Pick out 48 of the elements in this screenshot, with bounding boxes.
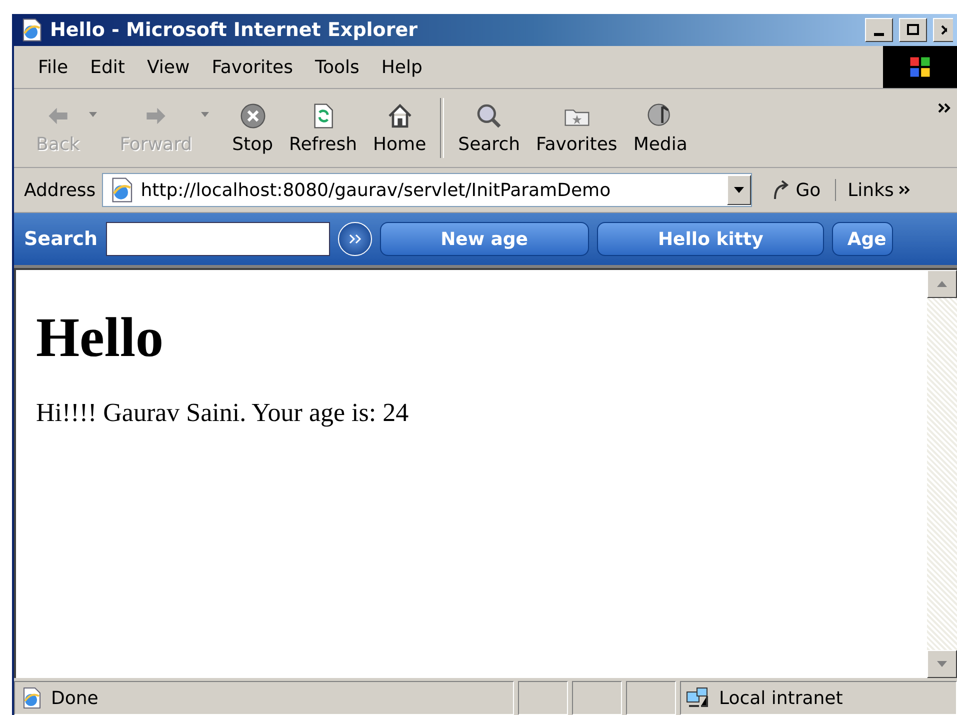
status-pane bbox=[572, 681, 622, 715]
search-shortcut-button[interactable]: Hello kitty bbox=[596, 222, 824, 256]
address-field[interactable]: http://localhost:8080/gaurav/servlet/InitParamDemo bbox=[102, 173, 752, 207]
down-arrow-icon bbox=[937, 661, 947, 667]
go-button[interactable]: Go bbox=[758, 179, 836, 201]
status-text: Done bbox=[51, 688, 98, 708]
scroll-up-button[interactable] bbox=[927, 270, 957, 298]
links-button[interactable]: Links bbox=[842, 180, 918, 200]
toolbar-button[interactable]: Refresh bbox=[281, 100, 365, 156]
caret-icon bbox=[734, 187, 744, 193]
maximize-button[interactable] bbox=[899, 18, 927, 42]
zone-text: Local intranet bbox=[719, 688, 843, 708]
maximize-icon bbox=[907, 24, 919, 36]
menu-item[interactable]: Tools bbox=[305, 52, 370, 82]
menu-item[interactable]: View bbox=[136, 52, 200, 82]
toolbar-button[interactable]: Favorites bbox=[528, 100, 626, 156]
search-shortcut-button[interactable]: Age bbox=[832, 222, 894, 256]
scroll-down-button[interactable] bbox=[927, 650, 957, 678]
toolbar-button[interactable]: Search bbox=[450, 100, 528, 156]
window-title: Hello - Microsoft Internet Explorer bbox=[50, 19, 418, 41]
search-go-button[interactable] bbox=[338, 222, 372, 256]
dropdown-button[interactable] bbox=[726, 175, 751, 205]
menu-item[interactable]: Help bbox=[371, 52, 432, 82]
up-arrow-icon bbox=[937, 281, 947, 287]
windows-flag-icon bbox=[883, 46, 957, 88]
page-text: Hi!!!! Gaurav Saini. Your age is: 24 bbox=[36, 398, 410, 428]
menu-item[interactable]: File bbox=[28, 52, 78, 82]
status-pane bbox=[518, 681, 568, 715]
search-label: Search bbox=[24, 228, 98, 250]
address-label: Address bbox=[24, 180, 96, 200]
scrollbar[interactable] bbox=[927, 270, 957, 678]
search-icon bbox=[475, 102, 504, 130]
close-button[interactable] bbox=[933, 18, 953, 42]
chevron-icon bbox=[346, 233, 363, 245]
chevron-icon bbox=[898, 184, 912, 196]
toolbar-button[interactable]: Stop bbox=[224, 100, 282, 156]
status-pane bbox=[626, 681, 676, 715]
page-heading: Hello bbox=[36, 306, 165, 370]
toolbar-button[interactable]: Home bbox=[365, 100, 434, 156]
minimize-icon bbox=[874, 33, 884, 36]
search-field[interactable] bbox=[106, 222, 330, 256]
stop-icon bbox=[238, 102, 267, 130]
toolbar-button[interactable]: Media bbox=[625, 100, 696, 156]
network-computers-icon bbox=[685, 686, 711, 710]
menu-item[interactable]: Edit bbox=[80, 52, 135, 82]
minimize-button[interactable] bbox=[865, 18, 893, 42]
menu-item[interactable]: Favorites bbox=[202, 52, 304, 82]
search-shortcut-button[interactable]: New age bbox=[380, 222, 589, 256]
